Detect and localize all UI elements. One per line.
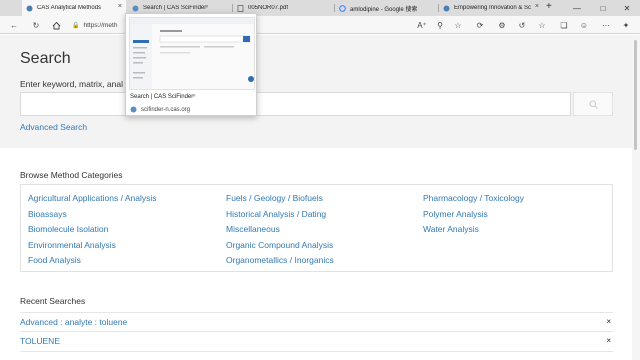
category-link[interactable]: Fuels / Geology / Biofuels: [226, 193, 323, 203]
recent-search-item[interactable]: Advanced : analyte : toluene ×: [20, 312, 613, 332]
tab-preview-thumbnail: [129, 17, 255, 90]
page-title: Search: [20, 50, 71, 67]
browser-toolbar: ← ↻ 🔒 https://meth A⁺ ⚲ ☆ ⟳ ⚙ ↺ ☆ ❏ ☺ ⋯ …: [0, 16, 640, 34]
category-link[interactable]: Environmental Analysis: [28, 240, 116, 250]
close-icon[interactable]: ×: [118, 3, 122, 10]
category-link[interactable]: Food Analysis: [28, 255, 81, 265]
zoom-icon[interactable]: ⚲: [434, 19, 446, 31]
google-icon: [339, 4, 346, 12]
collections-icon[interactable]: ❏: [558, 19, 570, 31]
favorites-icon[interactable]: ☆: [536, 19, 548, 31]
tab-label: Empowering Innovation & Sc: [454, 5, 532, 11]
recent-searches-heading: Recent Searches: [20, 296, 86, 306]
home-icon[interactable]: [50, 19, 62, 31]
tab-google[interactable]: amlodipine - Google 搜索: [335, 0, 439, 16]
search-label: Enter keyword, matrix, anal: [20, 79, 123, 89]
scifinder-icon: [130, 106, 137, 113]
window-close-icon[interactable]: ✕: [614, 0, 640, 16]
minimize-icon[interactable]: —: [564, 0, 590, 16]
read-aloud-icon[interactable]: A⁺: [416, 19, 428, 31]
sync-icon[interactable]: ↺: [516, 19, 528, 31]
remove-icon[interactable]: ×: [606, 336, 611, 345]
tab-label: CAS Analytical Methods: [37, 5, 102, 11]
tab-label: 005NOR07.pdf: [248, 5, 289, 11]
recent-search-link[interactable]: Advanced : analyte : toluene: [20, 317, 127, 327]
advanced-search-link[interactable]: Advanced Search: [20, 122, 87, 132]
profile-icon[interactable]: ☺: [578, 19, 590, 31]
pdf-icon: [237, 4, 244, 12]
scifinder-icon: [132, 5, 139, 12]
category-link[interactable]: Pharmacology / Toxicology: [423, 193, 524, 203]
search-button[interactable]: [573, 92, 613, 116]
close-icon[interactable]: ×: [535, 3, 539, 10]
recent-search-link[interactable]: TOLUENE: [20, 336, 60, 346]
category-link[interactable]: Water Analysis: [423, 224, 479, 234]
extension-icon[interactable]: ⟳: [474, 19, 486, 31]
search-input[interactable]: [20, 92, 571, 116]
tab-empowering-innovation[interactable]: Empowering Innovation & Sc ×: [439, 0, 543, 16]
back-icon[interactable]: ←: [8, 19, 20, 31]
tab-strip: CAS Analytical Methods × Search | CAS Sc…: [0, 0, 640, 16]
category-link[interactable]: Miscellaneous: [226, 224, 280, 234]
translate-icon[interactable]: ⚙: [496, 19, 508, 31]
search-icon: [588, 99, 598, 109]
more-menu-icon[interactable]: ⋯: [600, 19, 612, 31]
favorite-star-icon[interactable]: ☆: [452, 19, 464, 31]
hover-card-title: Search | CAS SciFinderⁿ: [130, 94, 196, 100]
hover-card-url: scifinder-n.cas.org: [141, 106, 191, 113]
tab-label: Search | CAS SciFinderⁿ: [143, 5, 209, 11]
categories-box: Agricultural Applications / Analysis Bio…: [20, 184, 613, 272]
category-link[interactable]: Historical Analysis / Dating: [226, 209, 326, 219]
category-link[interactable]: Organic Compound Analysis: [226, 240, 333, 250]
category-link[interactable]: Biomolecule Isolation: [28, 224, 108, 234]
remove-icon[interactable]: ×: [606, 317, 611, 326]
category-link[interactable]: Organometallics / Inorganics: [226, 255, 334, 265]
refresh-icon[interactable]: ↻: [30, 19, 42, 31]
tab-hover-card: Search | CAS SciFinderⁿ scifinder-n.cas.…: [125, 13, 257, 116]
address-url: https://meth: [83, 21, 118, 29]
recent-search-item[interactable]: TOLUENE ×: [20, 332, 613, 352]
cas-icon: [26, 5, 33, 12]
new-tab-button[interactable]: +: [546, 1, 552, 12]
cas-icon: [443, 5, 450, 12]
hover-card-url-row: scifinder-n.cas.org: [130, 106, 190, 113]
scrollbar-thumb[interactable]: [634, 40, 637, 150]
tab-label: amlodipine - Google 搜索: [350, 6, 418, 13]
maximize-icon[interactable]: □: [590, 0, 616, 16]
category-link[interactable]: Polymer Analysis: [423, 209, 488, 219]
category-link[interactable]: Bioassays: [28, 209, 67, 219]
categories-heading: Browse Method Categories: [20, 170, 123, 180]
tab-cas-analytical-methods[interactable]: CAS Analytical Methods ×: [22, 0, 126, 16]
lock-icon: 🔒: [72, 22, 80, 29]
copilot-icon[interactable]: ✦: [620, 19, 632, 31]
category-link[interactable]: Agricultural Applications / Analysis: [28, 193, 157, 203]
